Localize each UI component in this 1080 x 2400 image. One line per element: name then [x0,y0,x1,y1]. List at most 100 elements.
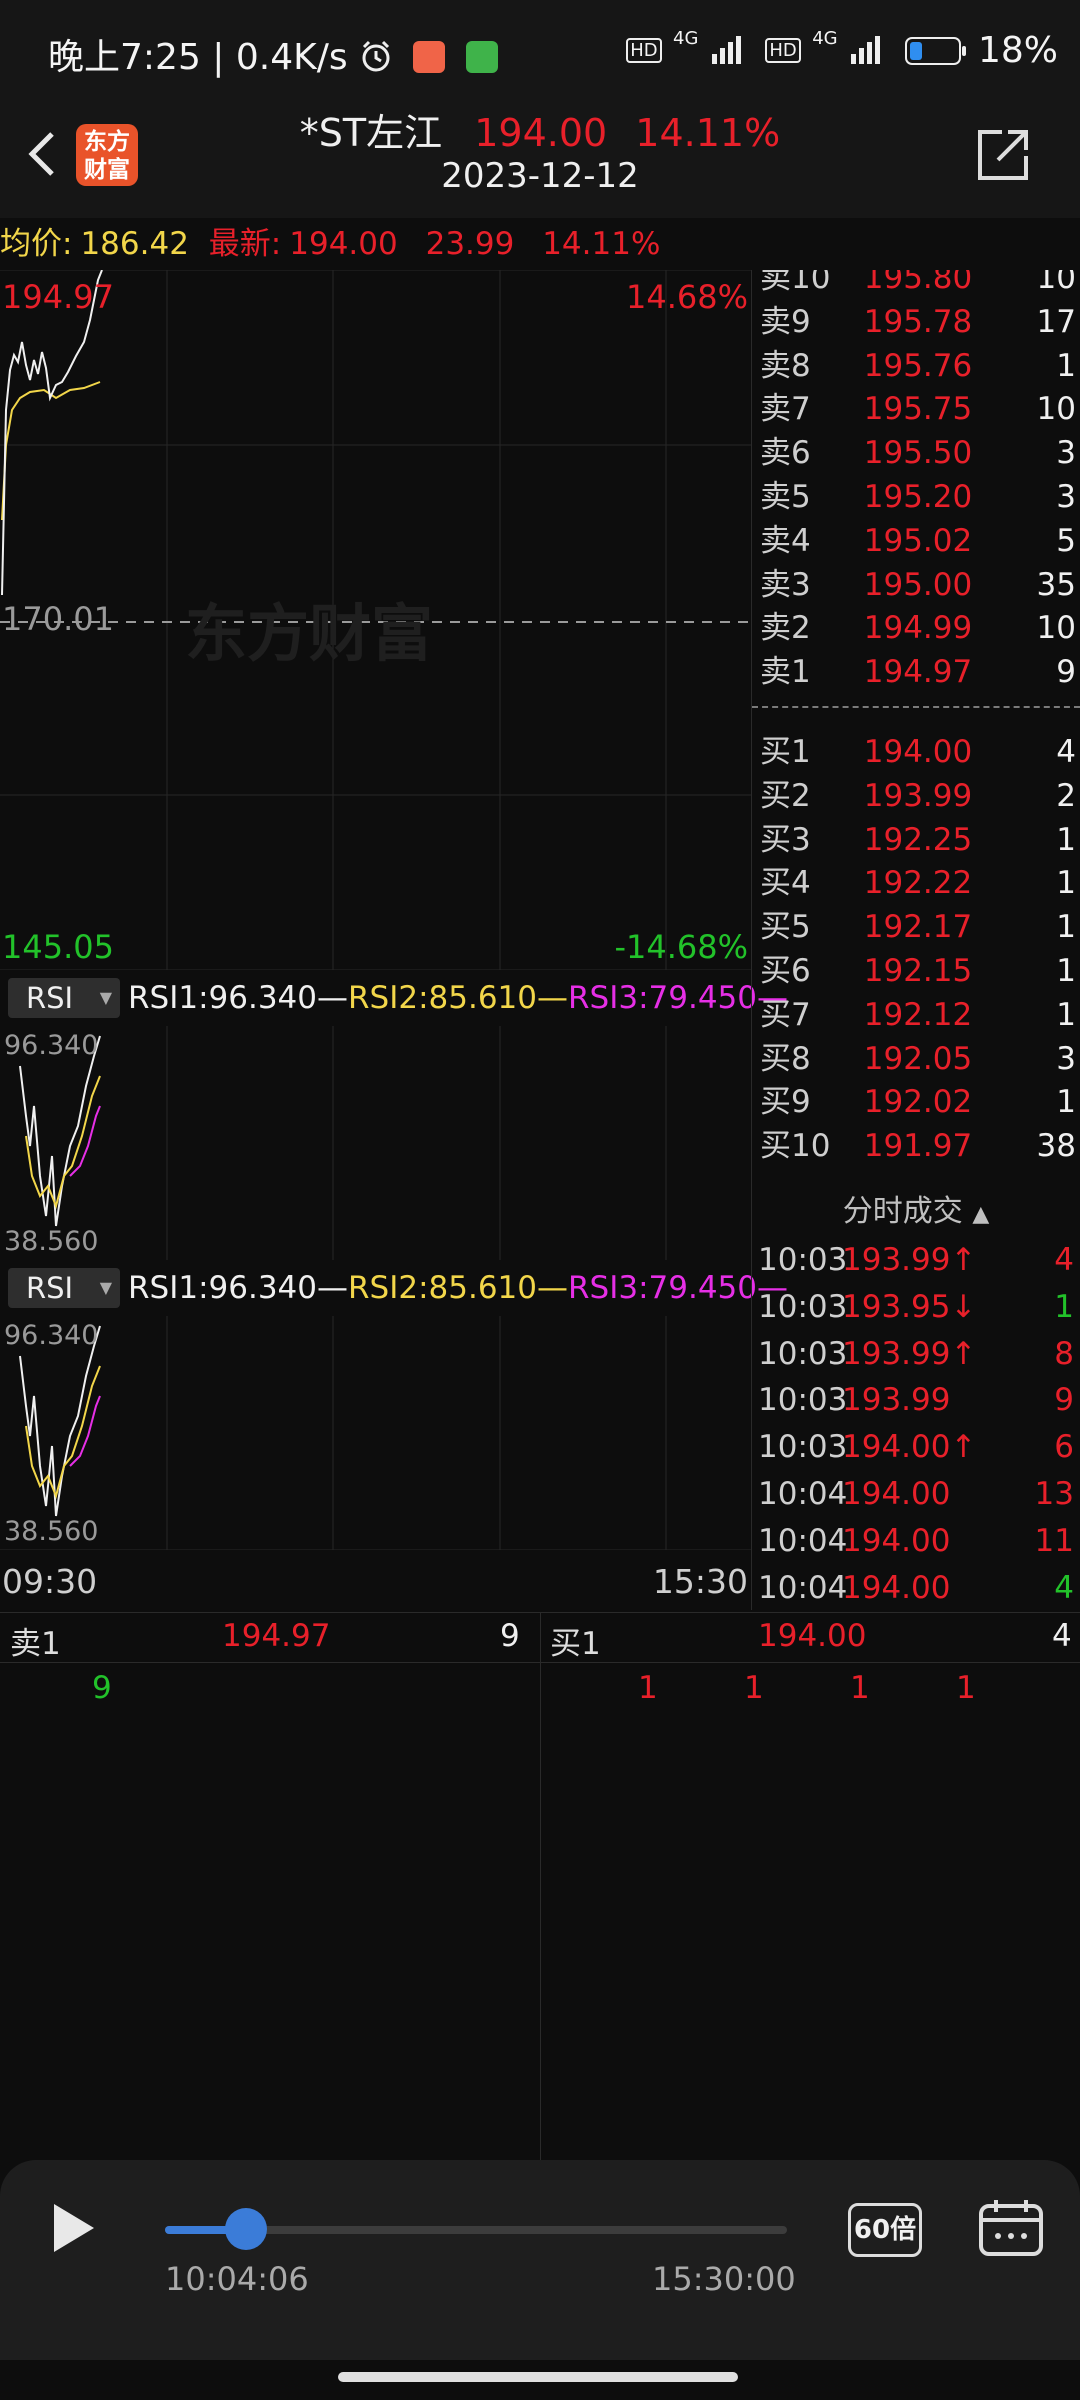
chart-high-pct: 14.68% [625,278,748,316]
depth-bid-order-4: 1 [956,1670,976,1706]
playback-slider-thumb[interactable] [224,2208,267,2250]
net-speed: 0.4K/s [235,37,348,78]
ask-price: 194.97 [863,654,973,691]
bid-label: 买2 [760,777,811,814]
speed-button[interactable]: 60倍 [848,2203,922,2257]
intraday-price-chart[interactable]: 东方财富 194.97 14.68% 170.01 145.05 -14.68% [0,270,752,970]
home-indicator[interactable] [338,2372,738,2382]
wechat-icon [465,41,498,73]
ask-row[interactable]: 卖8 195.76 1 [752,344,1080,388]
bid-row[interactable]: 买6 192.15 1 [752,949,1080,993]
ask-row[interactable]: 卖9 195.78 17 [752,300,1080,344]
trade-price: 193.99↑ [842,1335,977,1372]
ask-row[interactable]: 卖2 194.99 10 [752,606,1080,650]
latest-label: 最新: [208,226,282,262]
hd-badge: HD [626,38,662,63]
bid-price: 192.17 [863,909,973,946]
ask-row[interactable]: 卖6 195.50 3 [752,431,1080,475]
ask-price: 195.02 [863,522,973,559]
trade-time: 10:03 [758,1288,848,1325]
trade-volume: 6 [1054,1429,1074,1466]
trade-time: 10:03 [758,1335,848,1372]
ask-row[interactable]: 卖4 195.02 5 [752,519,1080,563]
trade-row: 10:04 194.00 11 [752,1518,1080,1564]
ask-label: 卖4 [760,522,811,559]
rsi3-line [69,1395,101,1467]
bid-row[interactable]: 买1 194.00 4 [752,730,1080,774]
trade-price: 194.00 [842,1569,951,1606]
header-change-pct: 14.11% [635,111,781,155]
rsi-values: RSI1:96.340—RSI2:85.610—RSI3:79.450— [128,978,788,1018]
status-time: 晚上7:25 [48,37,201,78]
bid-price: 192.02 [863,1084,973,1121]
status-left: 晚上7:25 | 0.4K/s [48,28,498,80]
alarm-icon [359,39,393,73]
app-notification-icon [412,41,445,73]
bid-label: 买7 [760,996,811,1033]
ask-vol: 3 [1056,435,1076,472]
ask-vol: 35 [1036,566,1076,603]
rsi3-line [69,1105,101,1177]
bid-vol: 2 [1056,777,1076,814]
ask-row[interactable]: 卖5 195.20 3 [752,475,1080,519]
bid-price: 192.05 [863,1040,973,1077]
trade-price: 193.99 [842,1382,951,1419]
hd-badge-2: HD [765,38,801,63]
trades-header[interactable]: 分时成交 ▲ [752,1186,1080,1229]
network-4g-label-2: 4G [812,28,838,49]
rsi-chart-svg [19,1026,667,1260]
trade-time: 10:04 [758,1522,848,1559]
depth-bid-price: 194.00 [758,1618,867,1654]
ask-label: 卖2 [760,610,811,647]
bid-row[interactable]: 买5 192.17 1 [752,905,1080,949]
bid-row[interactable]: 买7 192.12 1 [752,993,1080,1037]
depth-summary: 卖1 194.97 9 买1 194.00 4 9 1 1 1 1 [0,1612,1080,2162]
bid-row[interactable]: 买9 192.02 1 [752,1080,1080,1124]
trade-row: 10:03 193.95↓ 1 [752,1284,1080,1330]
time-axis-end: 15:30 [652,1562,748,1601]
bid-row[interactable]: 买3 192.25 1 [752,818,1080,862]
playback-bar [0,2160,1080,2360]
bid-vol: 3 [1056,1040,1076,1077]
trade-price: 194.00↑ [842,1429,977,1466]
order-book[interactable]: 卖10 195.80 10 卖9 195.78 17 卖8 195.76 1 卖7 195.75 10… [752,270,1080,1180]
rsi1-line [19,1035,101,1227]
chart-low-price: 145.05 [2,928,114,966]
ask-label: 卖6 [760,435,811,472]
depth-ask-order-1: 9 [92,1670,112,1706]
bid-label: 买6 [760,953,811,989]
ask-vol: 5 [1056,522,1076,559]
indicator-select[interactable]: RSI ▼ [8,1268,120,1308]
calendar-icon [979,2200,1043,2256]
ask-row[interactable]: 卖7 195.75 10 [752,387,1080,431]
bid-price: 193.99 [863,777,973,814]
ask-price: 195.78 [863,303,973,340]
trade-row: 10:03 193.99↑ 8 [752,1331,1080,1377]
indicator-select[interactable]: RSI ▼ [8,978,120,1018]
dropdown-caret-icon: ▼ [99,988,112,1007]
rsi-bottom-value: 38.560 [4,1516,99,1547]
bid-price: 192.12 [863,996,973,1033]
ask-row[interactable]: 卖3 195.00 35 [752,563,1080,607]
depth-bid-order-3: 1 [850,1670,870,1706]
trade-price: 193.95↓ [842,1288,977,1325]
ask-vol: 10 [1036,610,1076,647]
bid-row[interactable]: 买2 193.99 2 [752,774,1080,818]
bid-row[interactable]: 买8 192.05 3 [752,1037,1080,1081]
ask-label: 卖9 [760,303,811,340]
bid-row[interactable]: 买4 192.22 1 [752,861,1080,905]
trade-price: 194.00 [842,1522,951,1559]
bid-price: 192.22 [863,865,973,902]
ask-row[interactable]: 卖10 195.80 10 [752,270,1080,300]
calendar-button[interactable] [978,2198,1044,2258]
ask-price: 195.50 [863,435,973,472]
rsi-chart-svg [0,1316,752,1550]
bid-row[interactable]: 买10 191.97 38 [752,1124,1080,1168]
share-button[interactable] [974,126,1032,184]
chart-low-pct: -14.68% [614,928,748,966]
ask-price: 195.00 [863,566,973,603]
status-separator: | [212,37,236,78]
trade-row: 10:04 194.00 4 [752,1565,1080,1611]
ask-row[interactable]: 卖1 194.97 9 [752,650,1080,694]
play-button[interactable] [48,2200,100,2256]
